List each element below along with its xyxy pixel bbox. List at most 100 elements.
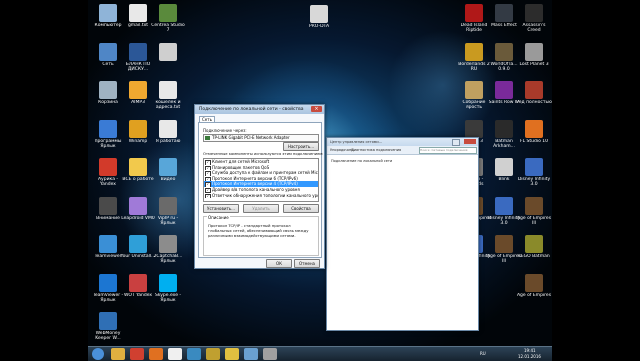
desktop-icon[interactable]: Я работаю xyxy=(150,119,186,144)
taskbar-yandex-icon[interactable] xyxy=(168,348,182,360)
install-button[interactable]: Установить... xyxy=(203,204,239,213)
network-connections-window: Центр управления сетями... Упорядочить Д… xyxy=(326,137,479,331)
component-label: Протокол Интернета версии 4 (TCP/IPv4) xyxy=(212,181,298,187)
desktop-icon-label: FL Studio 10 xyxy=(519,138,548,144)
cancel-button[interactable]: Отмена xyxy=(294,259,320,268)
desktop-icon[interactable]: Centrea Studio 7 xyxy=(150,4,186,33)
desktop-icon-pro-dta[interactable]: PRO-DTA xyxy=(301,5,337,29)
app-icon xyxy=(465,81,483,99)
toolbar-diagnose[interactable]: Диагностика подключения xyxy=(351,148,401,152)
desktop-icon-label: Age of Empires III xyxy=(516,215,552,226)
minimize-icon[interactable] xyxy=(452,139,460,146)
desktop-icon[interactable]: 2CaptchaB... Ярлык xyxy=(150,235,186,264)
taskbar-chrome-icon[interactable] xyxy=(130,348,144,360)
clock-time[interactable]: 19:41 xyxy=(524,348,536,353)
close-icon[interactable]: × xyxy=(311,106,322,112)
taskbar-task-d-icon[interactable] xyxy=(263,348,277,360)
taskbar-task-a-icon[interactable] xyxy=(206,348,220,360)
desktop-icon-label: Видео xyxy=(160,177,176,182)
component-label: Служба доступа к файлам и принтерам сете… xyxy=(212,170,318,176)
component-label: Ответчик обнаружения топологии канальног… xyxy=(212,192,318,198)
app-icon xyxy=(525,119,543,138)
close-icon[interactable] xyxy=(464,139,476,144)
app-icon xyxy=(525,42,543,61)
app-icon xyxy=(525,273,543,292)
desktop-icon[interactable]: Disney Infinity 3.0 xyxy=(516,158,552,187)
app-icon xyxy=(495,4,513,22)
desktop-icon[interactable]: Видео xyxy=(150,158,186,182)
app-icon xyxy=(495,119,513,138)
component-label: Драйвер в/в тополога канального уровня xyxy=(212,186,300,192)
tab-panel: Подключение через: TP-LINK Gigabit PCI-E… xyxy=(198,122,324,258)
connection-item[interactable]: Подключение по локальной сети xyxy=(331,159,392,163)
app-icon xyxy=(525,4,543,22)
taskbar-start-icon[interactable] xyxy=(92,348,104,360)
desktop-icon[interactable]: Skype.exe - Ярлык xyxy=(150,273,186,303)
app-icon xyxy=(495,158,513,176)
app-icon xyxy=(159,4,177,22)
desktop-icon-label: Assassin's Creed xyxy=(522,23,546,33)
app-icon xyxy=(129,119,147,138)
connect-through-label: Подключение через: xyxy=(203,128,247,133)
app-icon xyxy=(159,81,177,99)
desktop-icon-label: LEGO Batman xyxy=(518,254,550,259)
taskbar-media-icon[interactable] xyxy=(187,348,201,360)
dialog-titlebar: Подключение по локальной сети - свойства… xyxy=(195,105,324,114)
app-icon xyxy=(159,196,177,215)
desktop-icon[interactable]: WebMoney Keeper W... xyxy=(90,312,126,341)
desktop-icon[interactable]: Assassin's Creed xyxy=(516,4,552,33)
taskbar-explorer-icon[interactable] xyxy=(111,348,125,360)
search-input[interactable]: Поиск: Сетевые подключения xyxy=(419,147,477,154)
app-icon xyxy=(159,235,177,253)
component-item[interactable]: ✓ Ответчик обнаружения топологии канально… xyxy=(204,193,318,199)
desktop-icon-label: Я работаю xyxy=(155,138,181,144)
desktop-icon-label: WebMoney Keeper W... xyxy=(95,331,121,341)
app-icon xyxy=(525,158,543,176)
configure-button[interactable]: Настроить... xyxy=(283,142,319,151)
taskbar-task-c-icon[interactable] xyxy=(244,348,258,360)
app-icon xyxy=(525,81,543,99)
description-text: Протокол TCP/IP - стандартный протокол г… xyxy=(208,223,309,238)
desktop-icon[interactable]: Age of Empires III xyxy=(516,196,552,226)
app-icon xyxy=(465,42,483,61)
language-indicator[interactable]: RU xyxy=(480,351,486,356)
app-icon xyxy=(495,81,513,99)
app-icon xyxy=(465,4,483,22)
component-label: Протокол Интернета версии 6 (TCP/IPv6) xyxy=(212,175,298,181)
remove-button[interactable]: Удалить xyxy=(243,204,279,213)
app-icon xyxy=(129,273,147,292)
clock-date[interactable]: 12.01.2016 xyxy=(518,354,541,359)
app-icon xyxy=(99,119,117,138)
component-checkbox[interactable]: ✓ xyxy=(205,193,211,199)
app-icon xyxy=(99,81,117,99)
desktop-icon-label: Skype.exe - Ярлык xyxy=(154,292,182,303)
desktop-icon[interactable] xyxy=(150,42,186,62)
taskbar-firefox-icon[interactable] xyxy=(149,348,163,360)
dialog-title: Подключение по локальной сети - свойства xyxy=(199,107,304,112)
adapter-name: TP-LINK Gigabit PCI-E Network Adapter xyxy=(212,135,290,140)
properties-button[interactable]: Свойства xyxy=(283,204,319,213)
app-icon xyxy=(129,42,147,61)
desktop-icon[interactable]: Ред полностью xyxy=(516,81,552,105)
ok-button[interactable]: ОК xyxy=(266,259,292,268)
desktop-icon[interactable]: кошелек и адреса.txt xyxy=(150,81,186,110)
desktop-icon[interactable]: FL Studio 10 xyxy=(516,119,552,144)
app-icon xyxy=(129,196,147,215)
desktop-icon[interactable]: Age of Empires xyxy=(516,273,552,298)
desktop-icon[interactable]: VipIP ru - Ярлык xyxy=(150,196,186,226)
app-icon xyxy=(99,158,117,176)
desktop-icon-label: кошелек и адреса.txt xyxy=(155,100,181,110)
app-icon xyxy=(159,42,177,61)
taskbar: RU 19:41 12.01.2016 xyxy=(88,346,552,361)
components-label: Отмеченные компоненты используются этим … xyxy=(203,152,324,156)
desktop-icon-label: Age of Empires xyxy=(516,292,552,298)
app-icon xyxy=(159,273,177,292)
app-icon xyxy=(495,196,513,215)
app-icon xyxy=(129,158,147,176)
taskbar-task-b-icon[interactable] xyxy=(225,348,239,360)
left-letterbox xyxy=(0,0,88,360)
app-icon xyxy=(495,235,513,253)
desktop-icon[interactable]: LEGO Batman xyxy=(516,235,552,259)
description-group: Описание Протокол TCP/IP - стандартный п… xyxy=(203,215,319,256)
desktop-icon[interactable]: Lost Planet 3 xyxy=(516,42,552,67)
